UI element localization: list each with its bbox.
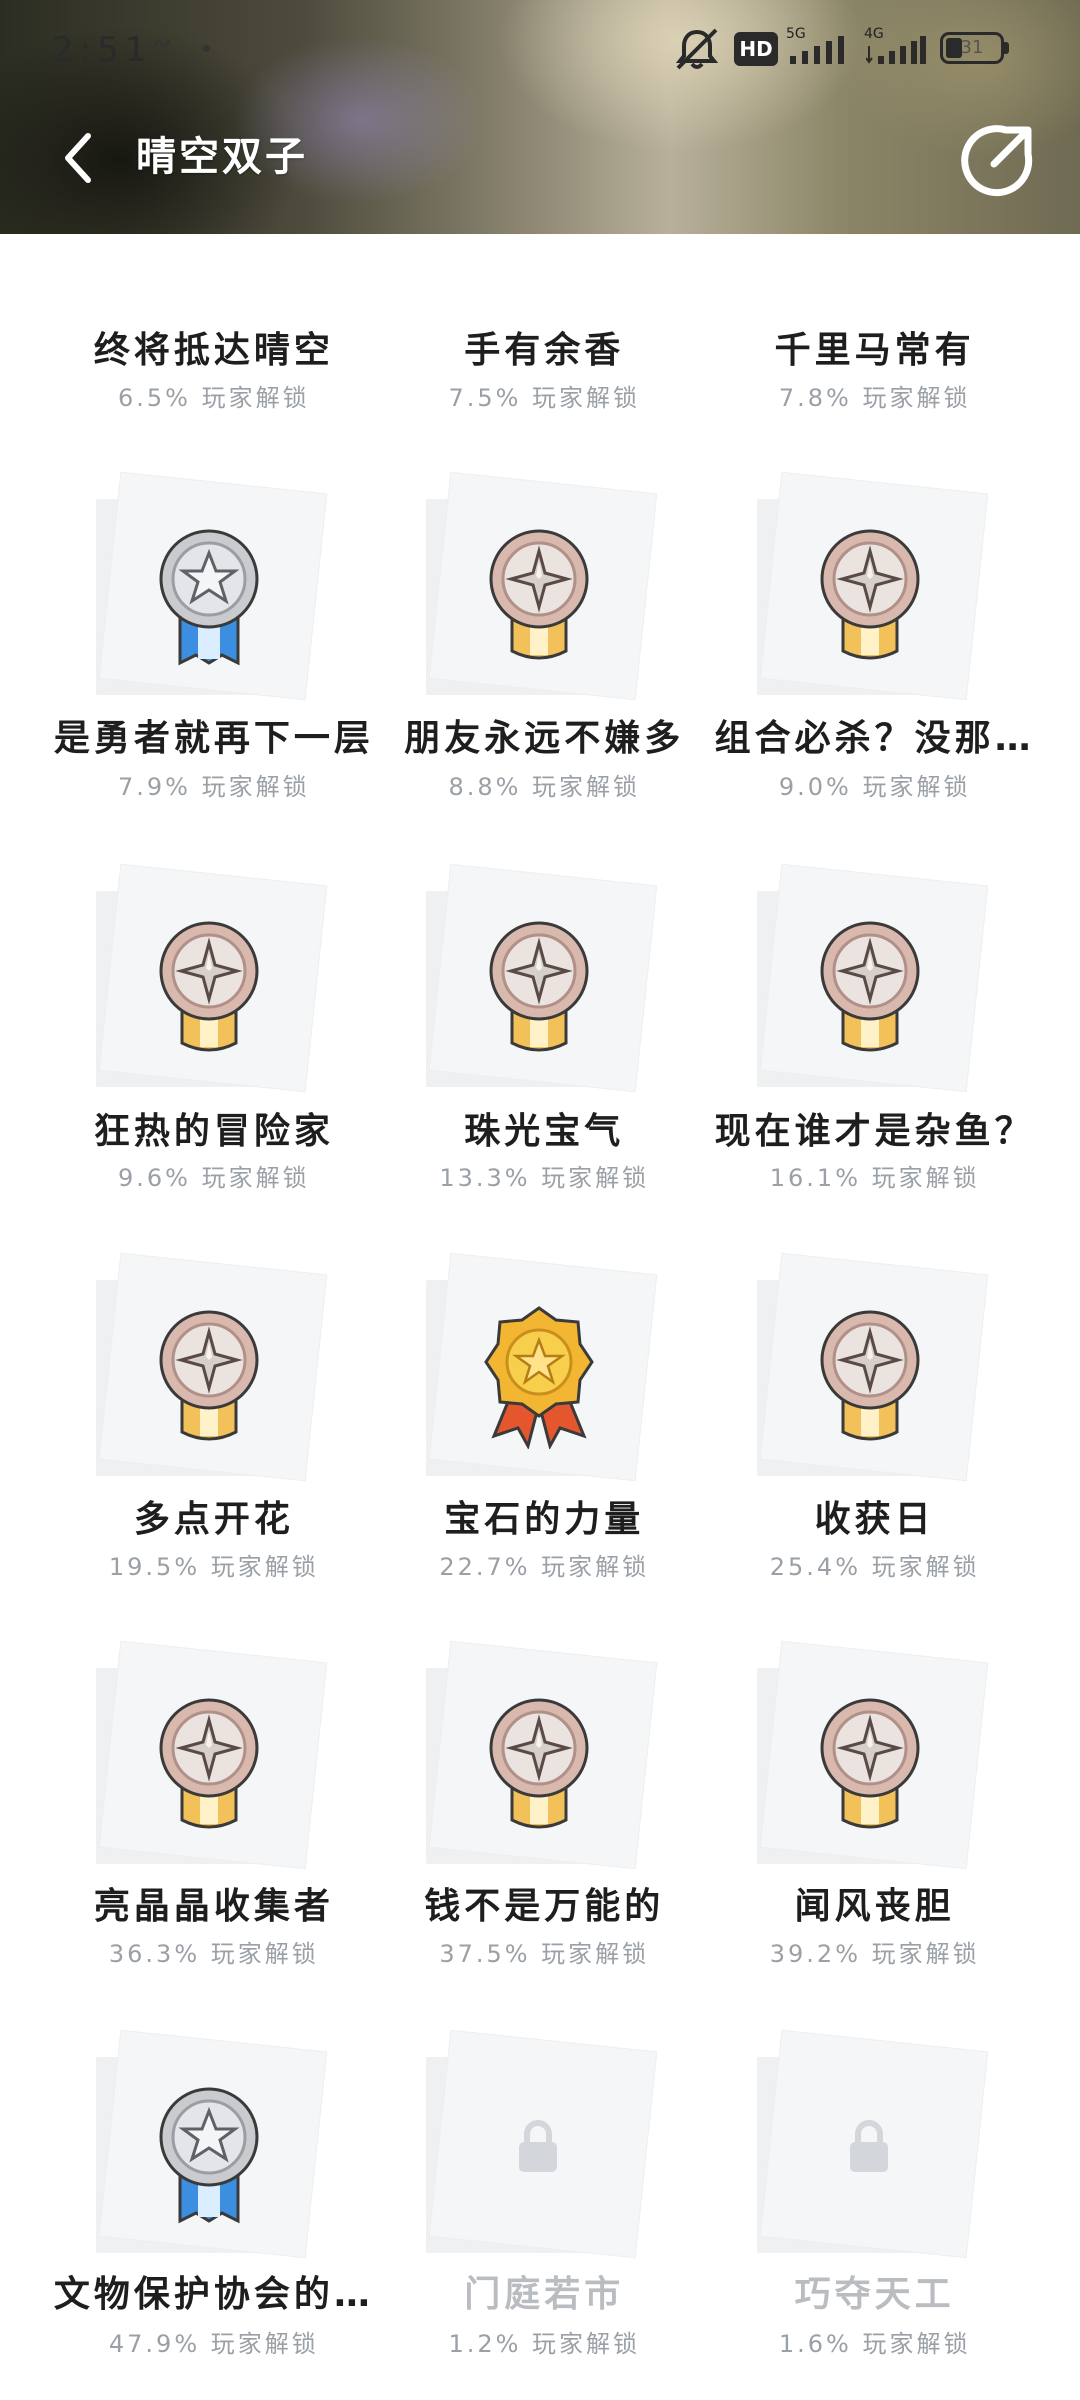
achievement-name: 钱不是万能的: [424, 1885, 665, 1927]
battery-level: 31: [960, 37, 984, 58]
achievement-name: 巧夺天工: [794, 2274, 955, 2316]
achievement-unlock-rate: 1.6% 玩家解锁: [778, 2330, 971, 2359]
achievement-name: 手有余香: [464, 329, 625, 371]
status-dot: [203, 45, 210, 52]
achievement-name: 狂热的冒险家: [93, 1111, 334, 1153]
achievement-unlock-rate: 25.4% 玩家解锁: [769, 1552, 980, 1581]
back-button[interactable]: [50, 118, 110, 198]
achievement-badge-frame: [95, 1641, 327, 1870]
achievement-badge-frame: [95, 1253, 327, 1482]
achievement-name: 亮晶晶收集者: [93, 1885, 334, 1927]
achievement-name: 文物保护协会的…: [53, 2274, 374, 2316]
achievement-badge-frame: [95, 864, 327, 1093]
status-time: 2:51: [52, 30, 153, 70]
achievement-name: 千里马常有: [774, 329, 975, 371]
achievement-name: 朋友永远不嫌多: [404, 718, 685, 760]
notification-icon: [150, 34, 172, 62]
achievement-badge-frame: [756, 1253, 987, 1482]
achievement-unlock-rate: 13.3% 玩家解锁: [439, 1164, 650, 1193]
achievement-unlock-rate: 1.2% 玩家解锁: [448, 2330, 641, 2359]
page-title: 晴空双子: [136, 134, 308, 180]
achievement-badge-frame: [426, 864, 657, 1093]
achievement-name: 珠光宝气: [464, 1111, 625, 1153]
bronze-medal-icon: [815, 1692, 925, 1837]
bronze-medal-icon: [154, 1692, 264, 1837]
achievement-badge-frame: [95, 473, 327, 701]
lock-icon: [513, 2116, 563, 2176]
bronze-medal-icon: [484, 915, 594, 1060]
achievement-name: 门庭若市: [464, 2274, 625, 2316]
achievement-badge-frame: [426, 2030, 657, 2259]
achievement-unlock-rate: 47.9% 玩家解锁: [108, 2330, 319, 2359]
bronze-medal-icon: [154, 1304, 264, 1449]
bronze-medal-icon: [815, 1304, 925, 1449]
achievement-name: 是勇者就再下一层: [53, 718, 374, 760]
achievement-unlock-rate: 8.8% 玩家解锁: [448, 772, 641, 801]
achievement-name: 收获日: [814, 1498, 935, 1540]
battery-icon: 31: [940, 32, 1004, 64]
achievement-badge-frame: [426, 473, 657, 701]
signal-5g-icon: [790, 36, 844, 64]
signal-4g-icon: [866, 36, 926, 64]
achievement-name: 宝石的力量: [444, 1498, 645, 1540]
achievement-unlock-rate: 19.5% 玩家解锁: [108, 1552, 319, 1581]
achievement-unlock-rate: 16.1% 玩家解锁: [769, 1164, 980, 1193]
gold-medal-icon: [484, 1304, 595, 1450]
chevron-left-icon: [65, 133, 91, 183]
achievement-name: 现在谁才是杂鱼？: [714, 1111, 1035, 1153]
achievement-badge-frame: [426, 1641, 657, 1870]
bronze-medal-icon: [484, 1692, 594, 1837]
achievement-badge-frame: [426, 1253, 657, 1482]
achievement-name: 多点开花: [133, 1498, 294, 1540]
achievement-name: 组合必杀？没那…: [714, 718, 1035, 760]
bronze-medal-icon: [815, 915, 925, 1060]
header: 2:51 HD 5G 4G 31 晴空双子: [0, 0, 1080, 234]
achievement-unlock-rate: 7.8% 玩家解锁: [778, 384, 971, 413]
bronze-medal-icon: [484, 523, 594, 668]
hd-badge: HD: [734, 32, 778, 66]
achievement-name: 闻风丧胆: [794, 1885, 955, 1927]
mute-icon: [672, 26, 722, 76]
achievement-badge-frame: [756, 2030, 987, 2259]
achievement-badge-frame: [756, 864, 987, 1093]
achievement-badge-frame: [756, 473, 987, 701]
battery-cap: [1004, 42, 1009, 54]
bronze-medal-icon: [815, 523, 925, 668]
achievement-unlock-rate: 9.6% 玩家解锁: [118, 1164, 310, 1193]
app-root: 终将抵达晴空 6.5% 玩家解锁 手有余香 7.5% 玩家解锁 千里马常有 7.8% 玩家…: [0, 0, 1080, 2400]
share-button[interactable]: [958, 120, 1038, 200]
achievement-unlock-rate: 22.7% 玩家解锁: [439, 1552, 650, 1581]
share-icon: [961, 125, 1033, 197]
achievement-unlock-rate: 36.3% 玩家解锁: [108, 1939, 319, 1968]
achievement-name: 终将抵达晴空: [93, 329, 334, 371]
silver-medal-icon: [154, 2081, 264, 2226]
achievement-badge-frame: [95, 2030, 327, 2259]
achievement-unlock-rate: 6.5% 玩家解锁: [118, 384, 310, 413]
achievement-unlock-rate: 7.9% 玩家解锁: [118, 772, 310, 801]
lock-icon: [844, 2116, 894, 2176]
silver-medal-icon: [154, 523, 264, 668]
achievement-unlock-rate: 7.5% 玩家解锁: [448, 384, 641, 413]
achievement-unlock-rate: 9.0% 玩家解锁: [778, 772, 971, 801]
achievement-badge-frame: [756, 1641, 987, 1870]
bronze-medal-icon: [154, 915, 264, 1060]
achievement-unlock-rate: 37.5% 玩家解锁: [439, 1939, 650, 1968]
achievement-unlock-rate: 39.2% 玩家解锁: [769, 1939, 980, 1968]
